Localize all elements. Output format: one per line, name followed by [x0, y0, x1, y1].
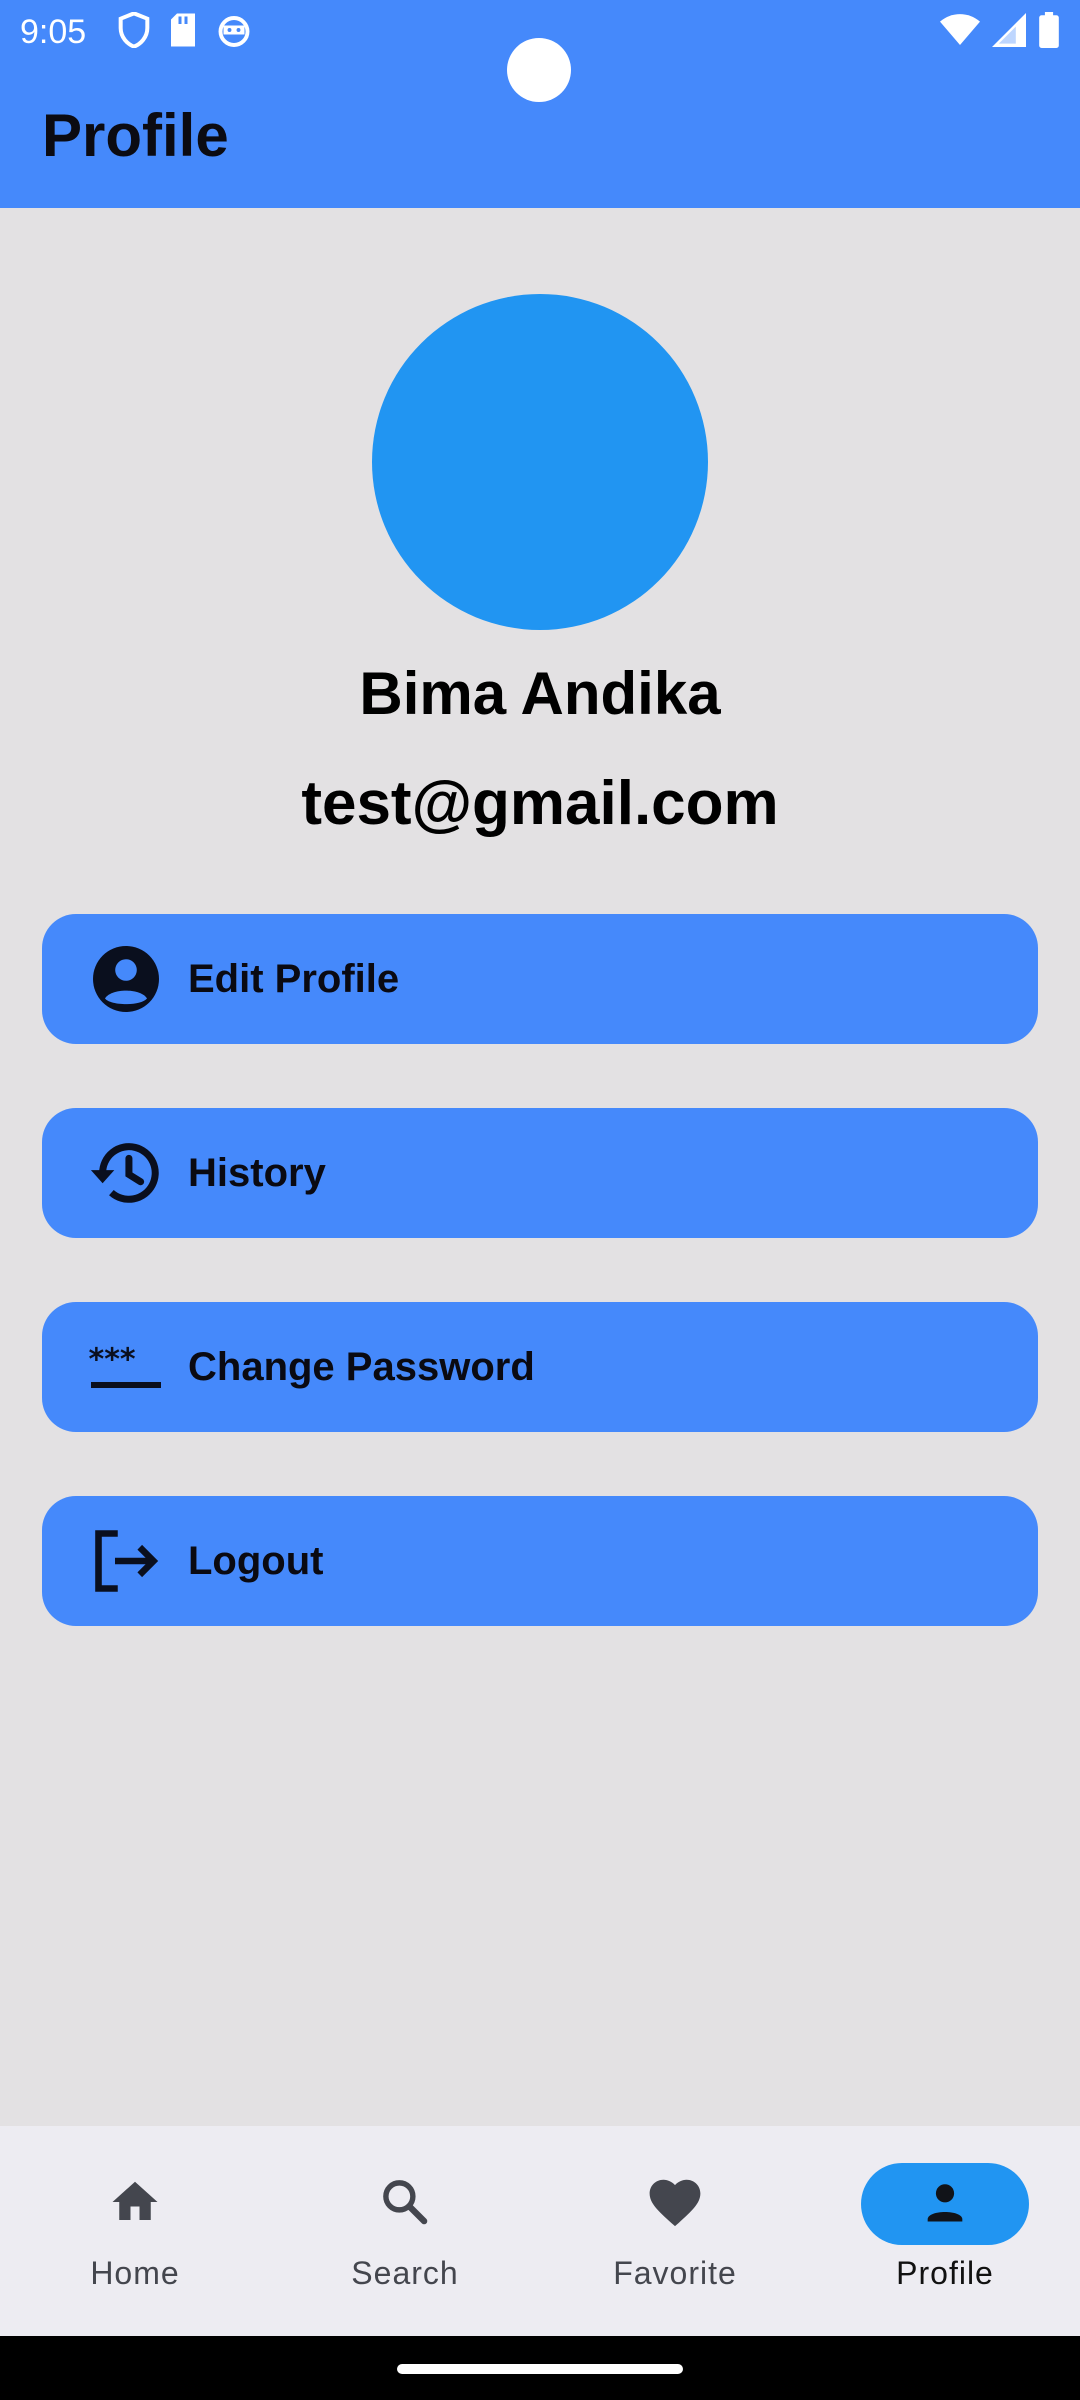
home-icon — [108, 2175, 162, 2234]
change-password-label: Change Password — [188, 1344, 535, 1389]
svg-text:***: *** — [89, 1343, 136, 1378]
heart-icon — [646, 2175, 704, 2234]
android-debug-icon — [216, 12, 252, 48]
wifi-icon — [940, 13, 980, 47]
user-name: Bima Andika — [359, 660, 721, 727]
nav-label-favorite: Favorite — [613, 2255, 737, 2291]
battery-icon — [1038, 12, 1060, 48]
sd-card-icon — [168, 12, 198, 48]
nav-label-search: Search — [351, 2255, 459, 2291]
bottom-navigation: Home Search Favorite Profile — [0, 2126, 1080, 2336]
logout-icon — [86, 1521, 166, 1601]
search-icon — [378, 2175, 432, 2234]
nav-item-profile[interactable]: Profile — [810, 2126, 1080, 2336]
logout-label: Logout — [188, 1538, 324, 1583]
logout-button[interactable]: Logout — [42, 1496, 1038, 1626]
nav-item-search[interactable]: Search — [270, 2126, 540, 2336]
nav-item-home[interactable]: Home — [0, 2126, 270, 2336]
gesture-area — [0, 2336, 1080, 2400]
avatar — [372, 294, 708, 630]
shield-icon — [118, 12, 150, 48]
nav-item-favorite[interactable]: Favorite — [540, 2126, 810, 2336]
active-indicator — [861, 2163, 1029, 2245]
change-password-button[interactable]: *** Change Password — [42, 1302, 1038, 1432]
user-email: test@gmail.com — [301, 769, 779, 838]
edit-profile-label: Edit Profile — [188, 956, 400, 1001]
status-time: 9:05 — [20, 13, 87, 51]
camera-cutout — [507, 38, 571, 102]
home-gesture-handle[interactable] — [397, 2364, 683, 2374]
password-icon: *** — [86, 1327, 166, 1407]
app-bar: 9:05 Profile — [0, 0, 1080, 208]
nav-label-home: Home — [90, 2255, 180, 2291]
page-title: Profile — [42, 102, 229, 169]
history-button[interactable]: History — [42, 1108, 1038, 1238]
signal-icon — [992, 13, 1026, 47]
account-circle-icon — [86, 939, 166, 1019]
history-label: History — [188, 1150, 326, 1195]
person-icon — [919, 2176, 971, 2233]
edit-profile-button[interactable]: Edit Profile — [42, 914, 1038, 1044]
history-icon — [86, 1133, 166, 1213]
nav-label-profile: Profile — [896, 2255, 994, 2291]
